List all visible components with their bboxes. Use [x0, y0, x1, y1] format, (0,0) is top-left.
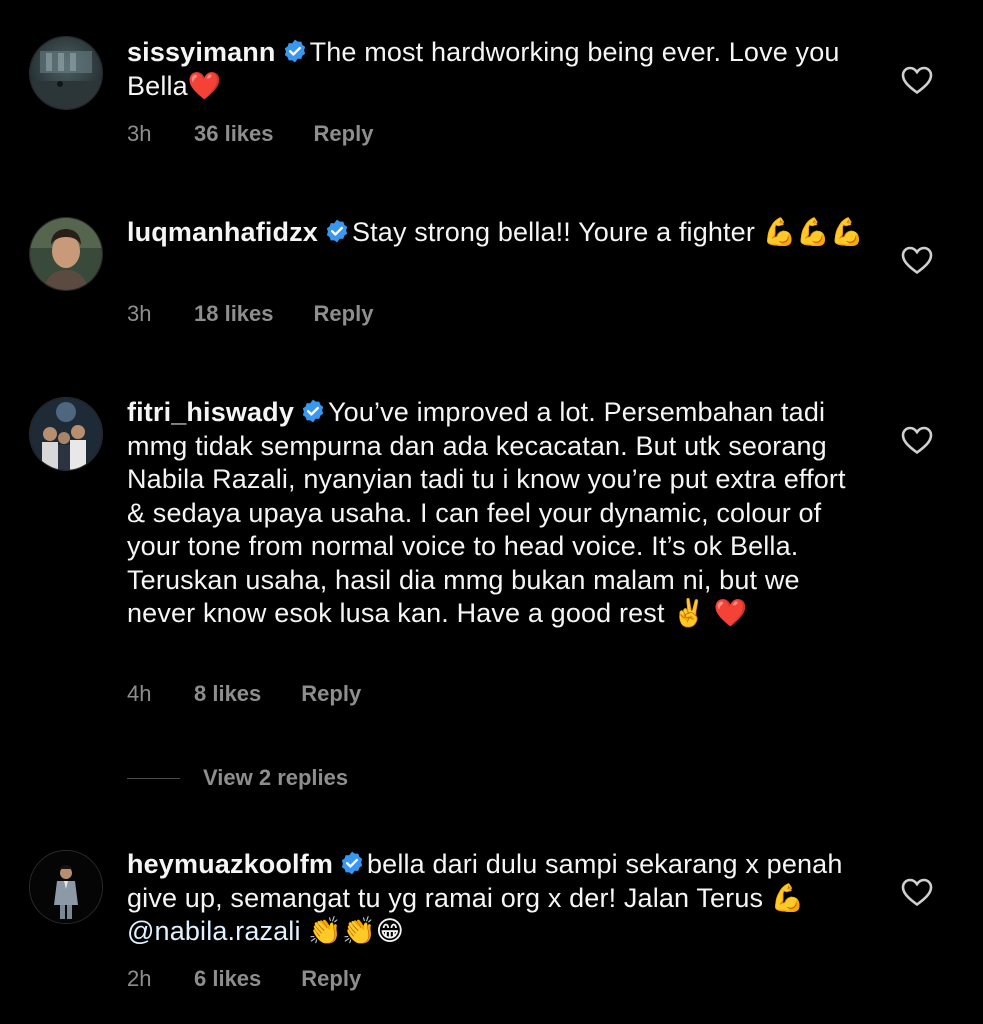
avatar-image	[30, 218, 102, 290]
comment-body: You’ve improved a lot. Persembahan tadi …	[127, 397, 854, 628]
comment-text: heymuazkoolfm bella dari dulu sampi sekar…	[127, 848, 867, 949]
like-heart-icon[interactable]	[900, 65, 934, 95]
comment-body: Stay strong bella!! Youre a fighter 💪💪💪	[351, 217, 864, 247]
view-replies-button[interactable]: View 2 replies	[127, 762, 348, 794]
like-heart-icon[interactable]	[900, 425, 934, 455]
avatar[interactable]	[29, 397, 103, 471]
comment-username[interactable]: sissyimann	[127, 37, 276, 67]
comment-time: 3h	[127, 301, 152, 326]
verified-badge-icon	[302, 399, 324, 423]
like-heart-icon[interactable]	[900, 877, 934, 907]
comment-meta: 4h 8 likes Reply	[127, 681, 361, 707]
reply-button[interactable]: Reply	[301, 966, 361, 992]
comment-likes[interactable]: 8 likes	[194, 681, 261, 707]
reply-button[interactable]: Reply	[314, 301, 374, 327]
comment-likes[interactable]: 18 likes	[194, 301, 274, 327]
comment-meta: 2h 6 likes Reply	[127, 966, 361, 992]
comment-text: sissyimann The most hardworking being eve…	[127, 36, 867, 103]
comment-meta: 3h 36 likes Reply	[127, 121, 373, 147]
comment-likes[interactable]: 6 likes	[194, 966, 261, 992]
avatar-image	[30, 398, 102, 470]
view-replies-label: View 2 replies	[203, 765, 349, 790]
comment-body-emoji: 👏👏😁	[300, 916, 405, 946]
comment-username[interactable]: luqmanhafidzx	[127, 217, 318, 247]
comment-username[interactable]: fitri_hiswady	[127, 397, 294, 427]
comment-likes[interactable]: 36 likes	[194, 121, 274, 147]
avatar-image	[30, 851, 102, 923]
mention-link[interactable]: @nabila.razali	[127, 916, 301, 946]
reply-button[interactable]: Reply	[314, 121, 374, 147]
comment-text: fitri_hiswady You’ve improved a lot. Pers…	[127, 396, 867, 631]
avatar-image	[30, 37, 102, 109]
verified-badge-icon	[326, 219, 348, 243]
comment-time: 3h	[127, 121, 152, 146]
comment-time: 2h	[127, 966, 152, 991]
avatar[interactable]	[29, 217, 103, 291]
avatar[interactable]	[29, 850, 103, 924]
comment-time: 4h	[127, 681, 152, 706]
avatar[interactable]	[29, 36, 103, 110]
like-heart-icon[interactable]	[900, 245, 934, 275]
verified-badge-icon	[284, 39, 305, 63]
comment-meta: 3h 18 likes Reply	[127, 301, 373, 327]
replies-divider	[127, 777, 180, 779]
reply-button[interactable]: Reply	[301, 681, 361, 707]
verified-badge-icon	[341, 851, 363, 875]
comment-username[interactable]: heymuazkoolfm	[127, 849, 333, 879]
comment-text: luqmanhafidzx Stay strong bella!! Youre a…	[127, 216, 867, 250]
